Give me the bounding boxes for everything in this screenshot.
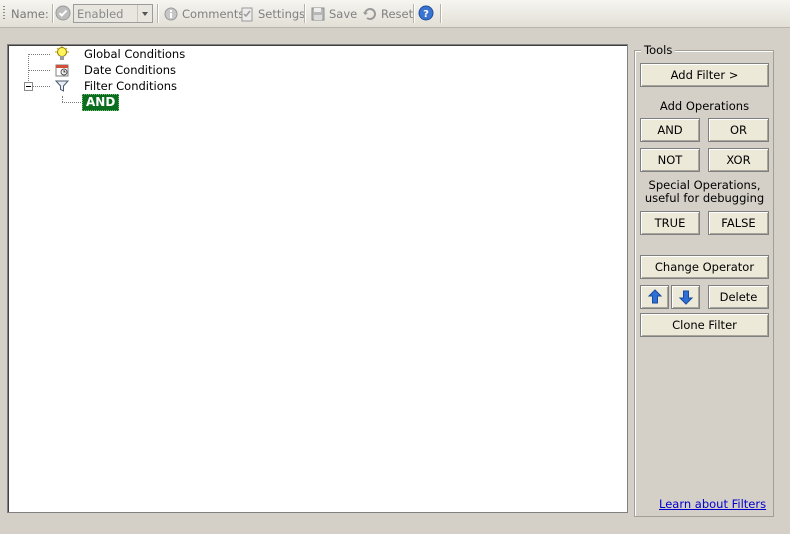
comments-label: Comments [182, 6, 245, 21]
comments-button[interactable]: Comments [163, 4, 244, 23]
tools-title: Tools [641, 43, 676, 57]
arrow-up-icon [647, 289, 663, 305]
tree-node-filter-conditions[interactable]: Filter Conditions [54, 78, 177, 94]
svg-text:?: ? [423, 9, 429, 20]
reset-label: Reset [381, 6, 414, 21]
add-filter-button[interactable]: Add Filter > [640, 63, 769, 87]
chevron-down-icon[interactable] [137, 5, 152, 22]
help-icon[interactable]: ? [418, 5, 434, 21]
tree-line [62, 102, 81, 103]
move-up-button[interactable] [640, 285, 669, 309]
tree-line [28, 70, 50, 71]
arrow-down-icon [678, 289, 694, 305]
operator-node-and[interactable]: AND [82, 94, 120, 111]
status-select[interactable]: Enabled [73, 4, 153, 23]
reset-button[interactable]: Reset [362, 4, 413, 23]
floppy-disk-icon [310, 6, 326, 22]
save-label: Save [329, 6, 358, 21]
toolbar-separator [52, 4, 53, 23]
save-button[interactable]: Save [310, 4, 357, 23]
move-down-button[interactable] [671, 285, 700, 309]
special-operations-label: Special Operations, useful for debugging [644, 178, 765, 205]
true-button[interactable]: TRUE [640, 211, 700, 235]
calendar-icon [54, 62, 70, 78]
collapse-toggle[interactable] [24, 82, 33, 91]
or-button[interactable]: OR [708, 118, 769, 142]
tree-node-label: Filter Conditions [84, 79, 178, 93]
reset-icon [362, 6, 378, 22]
name-label: Name: [11, 7, 49, 21]
and-button[interactable]: AND [640, 118, 700, 142]
clone-filter-button[interactable]: Clone Filter [640, 313, 769, 337]
not-button[interactable]: NOT [640, 148, 700, 172]
checklist-icon [239, 6, 255, 22]
delete-button[interactable]: Delete [708, 285, 769, 309]
check-circle-icon [55, 5, 71, 21]
false-button[interactable]: FALSE [708, 211, 769, 235]
filter-tree[interactable]: Global Conditions Date Conditions Filter… [7, 44, 628, 513]
xor-button[interactable]: XOR [708, 148, 769, 172]
toolbar-separator [413, 4, 414, 23]
learn-about-filters-link[interactable]: Learn about Filters [659, 497, 766, 511]
tree-node-label: Date Conditions [84, 63, 177, 77]
tree-line [33, 86, 50, 87]
comments-icon [163, 6, 179, 22]
tree-node-global-conditions[interactable]: Global Conditions [54, 46, 185, 62]
toolbar-separator [304, 4, 305, 23]
add-operations-label: Add Operations [659, 99, 750, 113]
tree-line [28, 54, 50, 55]
toolbar-separator [440, 4, 441, 23]
tree-node-label: Global Conditions [84, 47, 186, 61]
status-select-value: Enabled [77, 7, 124, 21]
toolbar-separator [157, 4, 158, 23]
filter-funnel-icon [54, 78, 70, 94]
settings-label: Settings [258, 6, 306, 21]
tree-node-date-conditions[interactable]: Date Conditions [54, 62, 176, 78]
change-operator-button[interactable]: Change Operator [640, 255, 769, 279]
toolbar: Name: Enabled Comments Settings Save Res… [0, 0, 790, 28]
lightbulb-icon [54, 46, 70, 62]
settings-button[interactable]: Settings [239, 4, 305, 23]
toolbar-grip[interactable] [3, 6, 5, 21]
